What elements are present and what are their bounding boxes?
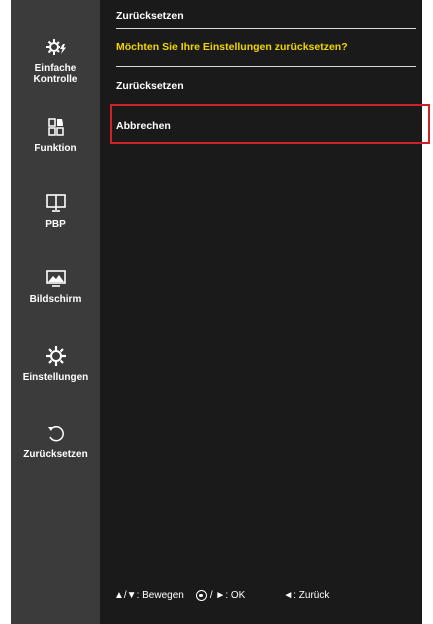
page-title: Zurücksetzen (116, 10, 184, 22)
option-cancel[interactable]: Abbrechen (116, 120, 171, 132)
sidebar-item-label: Funktion (34, 143, 77, 154)
divider (116, 66, 416, 67)
sidebar-item-funktion[interactable]: Funktion (11, 116, 100, 154)
gear-icon (45, 345, 67, 367)
ok-hint: / ► : OK (195, 590, 245, 601)
sidebar-item-einfache-kontrolle[interactable]: Einfache Kontrolle (11, 36, 100, 85)
up-down-arrow-icon: ▲/▼ (114, 590, 137, 601)
back-hint: ◄ : Zurück (283, 590, 330, 601)
left-arrow-icon: ◄ (283, 590, 294, 601)
sidebar-item-label: Einfache Kontrolle (33, 63, 78, 85)
sidebar-item-pbp[interactable]: PBP (11, 192, 100, 230)
confirmation-question: Möchten Sie Ihre Einstellungen zurückset… (116, 41, 348, 53)
divider (116, 28, 416, 29)
option-reset[interactable]: Zurücksetzen (116, 80, 184, 92)
reset-dialog: Zurücksetzen Möchten Sie Ihre Einstellun… (100, 0, 430, 624)
reset-icon (45, 422, 67, 444)
sidebar-item-zuruecksetzen[interactable]: Zurücksetzen (11, 422, 100, 460)
gear-lightning-icon (45, 36, 67, 58)
sidebar-item-label: Zurücksetzen (23, 449, 88, 460)
sidebar-item-label: Bildschirm (29, 294, 82, 305)
sidebar-item-einstellungen[interactable]: Einstellungen (11, 345, 100, 383)
function-grid-icon (45, 116, 67, 138)
move-hint: ▲/▼ : Bewegen (114, 590, 184, 601)
osd-footer: ▲/▼ : Bewegen / ► : OK ◄ : Zurück (114, 590, 414, 601)
osd-sidebar: Einfache Kontrolle Funktion PBP Bildschi… (11, 0, 100, 624)
right-arrow-icon: / ► (209, 590, 226, 601)
sidebar-item-label: Einstellungen (22, 372, 89, 383)
sidebar-item-label: PBP (45, 219, 66, 230)
ok-button-icon (195, 590, 207, 601)
picture-icon (45, 267, 67, 289)
pbp-monitor-icon (45, 192, 67, 214)
sidebar-item-bildschirm[interactable]: Bildschirm (11, 267, 100, 305)
